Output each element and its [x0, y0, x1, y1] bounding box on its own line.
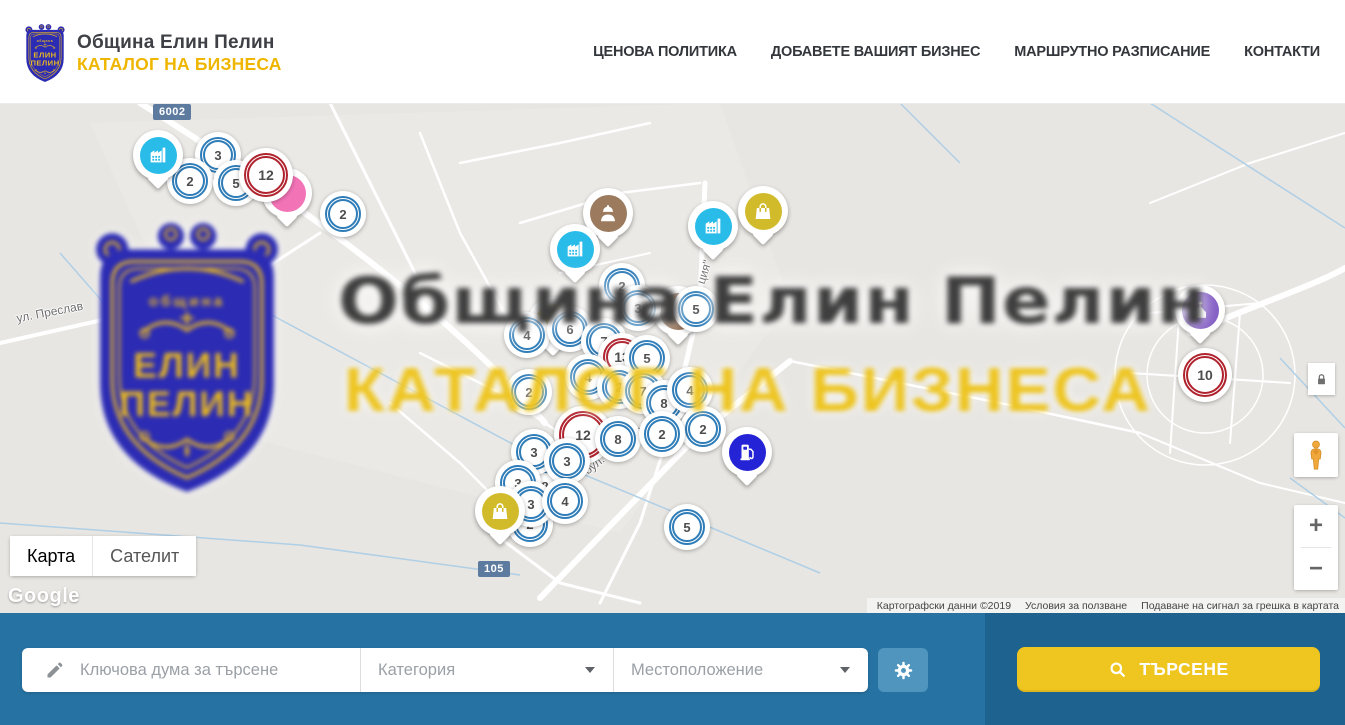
cluster-marker[interactable]: 2	[320, 191, 366, 237]
category-select[interactable]: Категория	[360, 648, 613, 692]
factory-icon	[695, 208, 732, 245]
google-logo[interactable]: Google	[8, 585, 80, 608]
search-button-label: ТЪРСЕНЕ	[1139, 659, 1228, 680]
map-canvas[interactable]: 6002105ул. Преславбул. „Новоселция"32512…	[0, 103, 1345, 613]
cluster-count: 10	[1183, 353, 1227, 397]
search-icon	[1108, 660, 1127, 679]
nav-item-add-business[interactable]: ДОБАВЕТЕ ВАШИЯТ БИЗНЕС	[771, 44, 980, 60]
cluster-marker[interactable]: 4	[504, 312, 550, 358]
nav-item-pricing[interactable]: ЦЕНОВА ПОЛИТИКА	[593, 44, 737, 60]
cluster-count: 2	[685, 411, 721, 447]
church-pin-marker[interactable]	[1175, 285, 1225, 335]
factory-pin-marker[interactable]	[688, 201, 738, 251]
zoom-out-button[interactable]: −	[1294, 548, 1338, 590]
main-nav: ЦЕНОВА ПОЛИТИКА ДОБАВЕТЕ ВАШИЯТ БИЗНЕС М…	[593, 0, 1320, 103]
page: 6002105ул. Преславбул. „Новоселция"32512…	[0, 0, 1345, 725]
attribution-report-link[interactable]: Подаване на сигнал за грешка в картата	[1141, 600, 1339, 612]
cluster-count: 5	[669, 509, 705, 545]
cluster-marker[interactable]: 4	[542, 478, 588, 524]
header: Община Елин Пелин КАТАЛОГ НА БИЗНЕСА ЦЕН…	[0, 0, 1345, 104]
gear-icon	[893, 660, 914, 681]
cluster-marker[interactable]: 2	[639, 411, 685, 457]
search-button[interactable]: ТЪРСЕНЕ	[1017, 647, 1320, 692]
maptype-control: Карта Сателит	[10, 536, 196, 576]
zoom-in-button[interactable]: +	[1294, 505, 1338, 547]
cluster-count: 2	[511, 374, 547, 410]
search-box: Категория Местоположение	[22, 648, 868, 692]
chevron-down-icon	[585, 667, 595, 673]
nav-item-route-schedule[interactable]: МАРШРУТНО РАЗПИСАНИЕ	[1014, 44, 1210, 60]
cluster-marker[interactable]: 5	[664, 504, 710, 550]
location-select-value: Местоположение	[631, 661, 763, 680]
zoom-control: + −	[1294, 505, 1338, 590]
pencil-icon	[45, 660, 65, 680]
cluster-count: 4	[672, 372, 708, 408]
brand-crest-logo	[21, 22, 69, 84]
maptype-satellite-button[interactable]: Сателит	[92, 536, 196, 576]
factory-icon	[140, 137, 177, 174]
attribution-copyright: Картографски данни ©2019	[877, 600, 1011, 612]
nav-item-contacts[interactable]: КОНТАКТИ	[1244, 44, 1320, 60]
cluster-marker[interactable]: 12	[239, 148, 293, 202]
worker-icon	[590, 195, 627, 232]
settings-button[interactable]	[878, 648, 928, 692]
factory-pin-marker[interactable]	[133, 130, 183, 180]
road-badge: 6002	[153, 104, 191, 120]
pegman-button[interactable]	[1294, 433, 1338, 477]
category-select-value: Категория	[378, 661, 455, 680]
padlock-icon	[1314, 372, 1329, 387]
bag-icon	[745, 193, 782, 230]
maptype-map-button[interactable]: Карта	[10, 536, 92, 576]
pegman-icon	[1305, 439, 1327, 471]
cluster-count: 4	[547, 483, 583, 519]
bag-pin-marker[interactable]	[738, 186, 788, 236]
cluster-marker[interactable]: 2	[680, 406, 726, 452]
keyword-input[interactable]	[78, 660, 360, 681]
location-select[interactable]: Местоположение	[613, 648, 868, 692]
bag-icon	[482, 493, 519, 530]
cluster-count: 4	[509, 317, 545, 353]
road-badge: 105	[478, 561, 510, 577]
bag-pin-marker[interactable]	[475, 486, 525, 536]
church-icon	[1182, 292, 1219, 329]
cluster-marker[interactable]: 8	[595, 416, 641, 462]
cluster-count: 12	[244, 153, 288, 197]
cluster-count: 3	[620, 290, 656, 326]
chevron-down-icon	[840, 667, 850, 673]
cluster-count: 2	[644, 416, 680, 452]
brand-text: Община Елин Пелин КАТАЛОГ НА БИЗНЕСА	[77, 32, 282, 74]
brand-subtitle: КАТАЛОГ НА БИЗНЕСА	[77, 54, 282, 74]
attribution-terms-link[interactable]: Условия за ползване	[1025, 600, 1127, 612]
brand[interactable]: Община Елин Пелин КАТАЛОГ НА БИЗНЕСА	[21, 22, 282, 84]
search-bar: Категория Местоположение	[0, 613, 1345, 725]
cluster-count: 8	[600, 421, 636, 457]
fuel-pin-marker[interactable]	[722, 427, 772, 477]
cluster-marker[interactable]: 5	[673, 286, 719, 332]
factory-pin-marker[interactable]	[550, 224, 600, 274]
fuel-icon	[729, 434, 766, 471]
cluster-marker[interactable]: 2	[506, 369, 552, 415]
keyword-section	[22, 648, 360, 692]
cluster-marker[interactable]: 3	[615, 285, 661, 331]
brand-title: Община Елин Пелин	[77, 32, 282, 54]
cluster-marker[interactable]: 10	[1178, 348, 1232, 402]
map-attribution: Картографски данни ©2019 Условия за полз…	[867, 598, 1345, 613]
cluster-count: 2	[325, 196, 361, 232]
cluster-count: 3	[549, 443, 585, 479]
factory-icon	[557, 231, 594, 268]
lock-button[interactable]	[1308, 363, 1335, 395]
cluster-count: 5	[678, 291, 714, 327]
